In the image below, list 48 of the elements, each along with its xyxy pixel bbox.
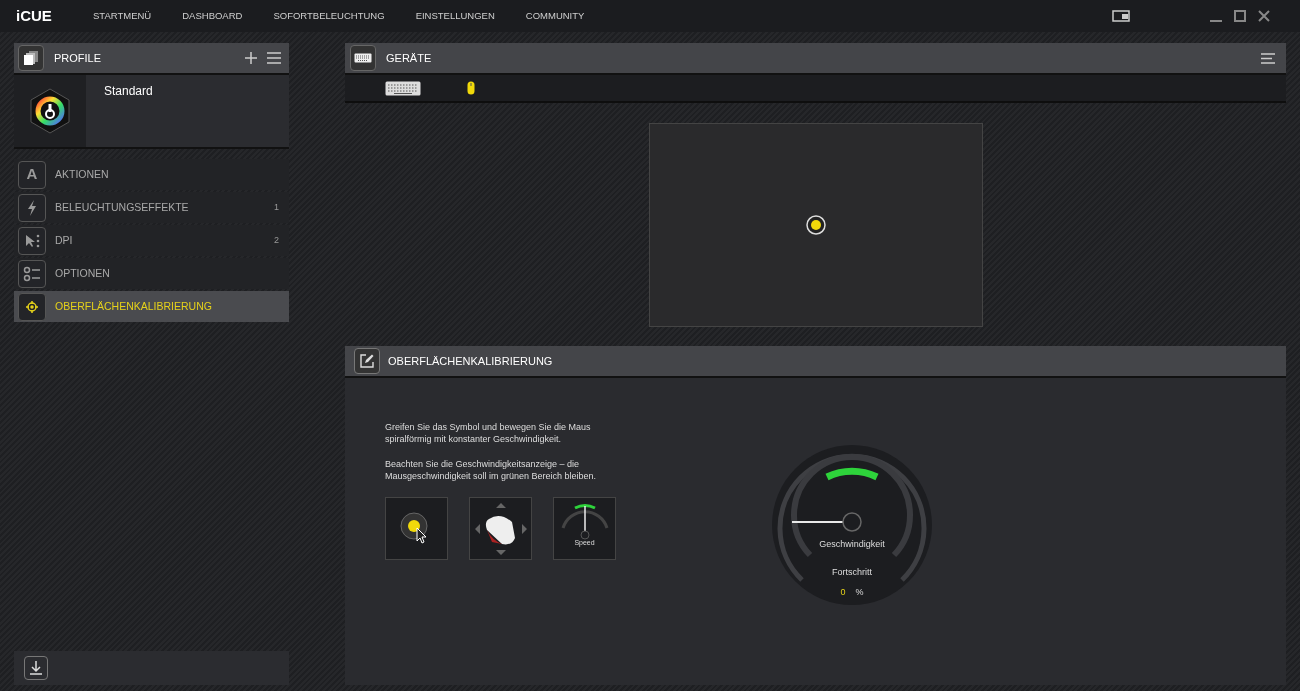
lightning-icon [18, 193, 46, 222]
keyboard-icon[interactable] [385, 80, 421, 96]
sidebar-item[interactable]: DPI 2 [14, 225, 289, 256]
instruction-text: Beachten Sie die Geschwindigkeitsanzeige – die Mausgeschwindigkeit soll im grünen Bereich bleiben. [385, 459, 598, 482]
sidebar-label: BELEUCHTUNGSEFFEKTE [55, 199, 190, 215]
profile-name: Standard [104, 83, 153, 100]
nav-tab[interactable]: EINSTELLUNGEN [415, 8, 495, 24]
sidebar-item[interactable]: A AKTIONEN [14, 159, 289, 190]
sidebar-label: OBERFLÄCHENKALIBRIERUNG [55, 298, 213, 314]
gauge-label: Geschwindigkeit [819, 538, 885, 551]
mouse-icon[interactable] [467, 81, 475, 95]
close-icon[interactable] [1258, 10, 1270, 22]
logo-icon [28, 87, 72, 135]
window-mode-icon[interactable] [1112, 10, 1130, 22]
sidebar-count: 2 [274, 233, 279, 247]
nav-tab[interactable]: STARTMENÜ [93, 8, 152, 24]
profiles-icon [18, 45, 44, 71]
app-logo: iCUE [16, 5, 53, 26]
sidebar-label: DPI [55, 232, 74, 248]
maximize-icon[interactable] [1234, 10, 1246, 22]
download-icon[interactable] [24, 656, 48, 680]
crosshair-icon [18, 292, 46, 321]
target-dot-icon[interactable] [805, 214, 826, 235]
calibration-title: OBERFLÄCHENKALIBRIERUNG [388, 353, 553, 369]
nav-tab[interactable]: SOFORTBELEUCHTUNG [273, 8, 385, 24]
options-list-icon [18, 259, 46, 288]
sidebar-item[interactable]: BELEUCHTUNGSEFFEKTE 1 [14, 192, 289, 223]
add-icon[interactable] [245, 52, 257, 64]
profile-card[interactable]: Standard [14, 75, 289, 149]
progress-label: Fortschritt [832, 565, 872, 579]
cursor-dots-icon [18, 226, 46, 255]
nav-tab[interactable]: COMMUNITY [525, 8, 585, 24]
edit-icon [354, 348, 380, 374]
instruction-text: Greifen Sie das Symbol und bewegen Sie die Maus spiralförmig mit konstanter Geschwindigkeit. [385, 422, 592, 445]
devices-title: GERÄTE [386, 50, 433, 66]
sidebar-label: OPTIONEN [55, 265, 111, 281]
progress-value: 0 [840, 586, 846, 599]
profiles-title: PROFILE [54, 50, 103, 66]
progress-unit: % [855, 586, 864, 599]
sidebar-count: 1 [274, 200, 279, 214]
menu-icon[interactable] [267, 52, 281, 64]
sidebar-label: AKTIONEN [55, 166, 110, 182]
menu-icon[interactable] [1261, 52, 1275, 64]
keyboard-icon [350, 45, 376, 71]
sidebar-item[interactable]: OBERFLÄCHENKALIBRIERUNG [14, 291, 289, 322]
nav-tab[interactable]: DASHBOARD [182, 8, 243, 24]
sidebar-item[interactable]: OPTIONEN [14, 258, 289, 289]
letter-icon: A [18, 160, 46, 189]
